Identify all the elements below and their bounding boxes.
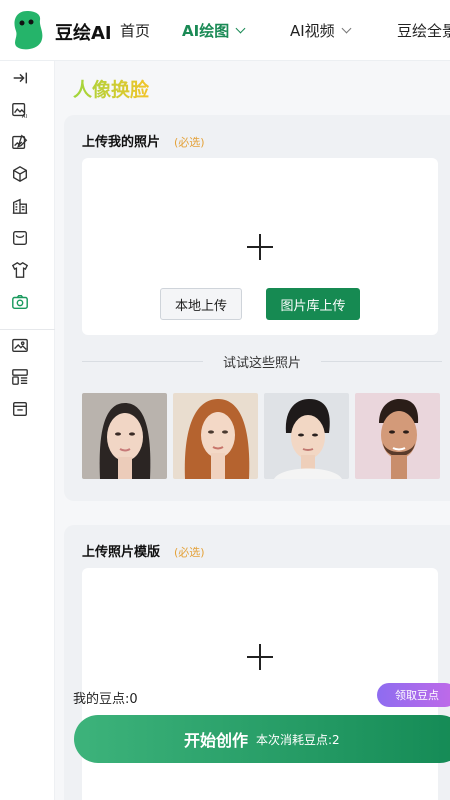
sample-photos — [82, 393, 440, 479]
bag-icon[interactable] — [10, 228, 30, 248]
divider-line — [321, 360, 443, 362]
chevron-down-icon — [235, 23, 246, 34]
nav-home[interactable]: 首页 — [120, 20, 150, 41]
svg-text:AI: AI — [22, 114, 28, 119]
photo-upload-area[interactable]: 本地上传 图片库上传 — [82, 158, 438, 335]
my-beans-balance: 我的豆点:0 — [73, 692, 138, 707]
nav-home-label: 首页 — [120, 22, 151, 40]
cube-icon[interactable] — [10, 164, 30, 184]
chevron-down-icon — [341, 23, 352, 34]
bean-logo-icon[interactable] — [10, 9, 44, 51]
get-beans-button[interactable]: 领取豆点 — [377, 683, 450, 707]
brand-name[interactable]: 豆绘AI — [55, 19, 112, 45]
building-icon[interactable] — [10, 196, 30, 216]
local-upload-button[interactable]: 本地上传 — [160, 288, 242, 320]
try-photos-label: 试试这些照片 — [223, 355, 302, 371]
ai-image-icon[interactable]: AI — [10, 100, 30, 120]
page-title: 人像换脸 — [73, 75, 149, 102]
nav-ai-drawing-label: AI绘图 — [182, 22, 230, 40]
gallery-icon[interactable] — [10, 335, 30, 355]
sample-photo-4[interactable] — [355, 393, 440, 479]
camera-icon[interactable] — [10, 292, 30, 312]
upload-template-title: 上传照片模版 (必选) — [82, 541, 205, 560]
library-upload-button[interactable]: 图片库上传 — [266, 288, 360, 320]
archive-icon[interactable] — [10, 399, 30, 419]
cost-label: 本次消耗豆点:2 — [256, 732, 340, 747]
top-navigation-bar: 豆绘AI 首页 AI绘图 AI视频 豆绘全景 — [0, 0, 450, 61]
main-content: 人像换脸 上传我的照片 (必选) 本地上传 图片库上传 试试这些照片 上传照片模… — [55, 61, 450, 800]
sample-photo-3[interactable] — [264, 393, 349, 479]
nav-ai-video[interactable]: AI视频 — [290, 20, 352, 41]
upload-photo-card: 上传我的照片 (必选) 本地上传 图片库上传 试试这些照片 — [64, 115, 450, 501]
required-label: (必选) — [174, 546, 205, 559]
layout-icon[interactable] — [10, 367, 30, 387]
nav-ai-drawing[interactable]: AI绘图 — [182, 20, 246, 41]
nav-panorama-label: 豆绘全景 — [397, 22, 450, 40]
sidebar-divider — [0, 329, 55, 330]
plus-icon[interactable] — [247, 234, 273, 260]
start-create-button[interactable]: 开始创作 本次消耗豆点:2 — [74, 715, 450, 763]
sidebar: AI — [0, 61, 55, 800]
plus-icon[interactable] — [247, 644, 273, 670]
required-label: (必选) — [174, 136, 205, 149]
edit-image-icon[interactable] — [10, 132, 30, 152]
start-create-label: 开始创作 — [184, 731, 249, 750]
nav-panorama[interactable]: 豆绘全景 — [397, 20, 450, 41]
nav-ai-video-label: AI视频 — [290, 22, 335, 40]
shirt-icon[interactable] — [10, 260, 30, 280]
upload-photo-title: 上传我的照片 (必选) — [82, 131, 205, 150]
sample-photo-2[interactable] — [173, 393, 258, 479]
upload-template-title-text: 上传照片模版 — [82, 545, 161, 560]
try-photos-divider: 试试这些照片 — [82, 351, 443, 371]
collapse-icon[interactable] — [10, 68, 30, 88]
sample-photo-1[interactable] — [82, 393, 167, 479]
divider-line — [82, 360, 203, 362]
upload-photo-title-text: 上传我的照片 — [82, 135, 161, 150]
